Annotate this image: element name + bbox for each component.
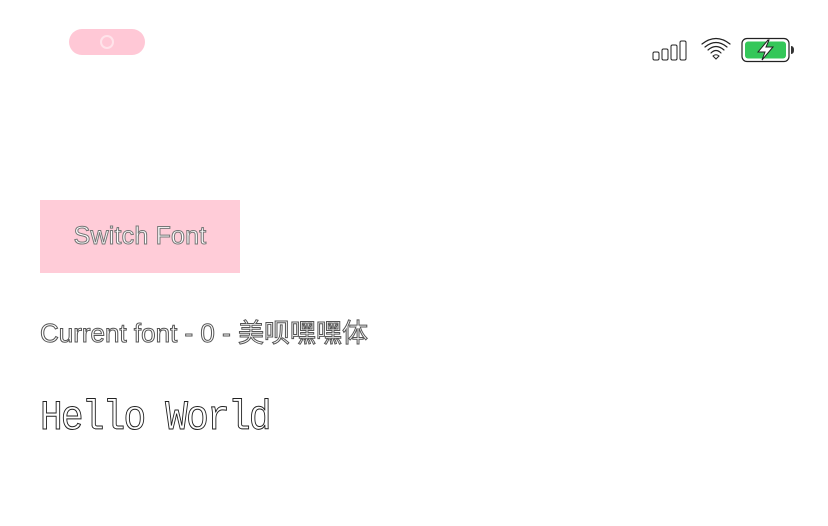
wifi-icon bbox=[701, 37, 731, 60]
current-font-label: Current font - 0 - 美呗嘿嘿体 bbox=[40, 318, 369, 349]
battery-charging-icon bbox=[741, 37, 794, 63]
status-bar bbox=[0, 0, 828, 90]
switch-font-button[interactable]: Switch Font bbox=[40, 200, 240, 273]
preview-text: Hello World bbox=[40, 394, 272, 443]
cellular-signal-icon bbox=[652, 40, 687, 61]
camera-indicator-icon bbox=[69, 29, 145, 55]
